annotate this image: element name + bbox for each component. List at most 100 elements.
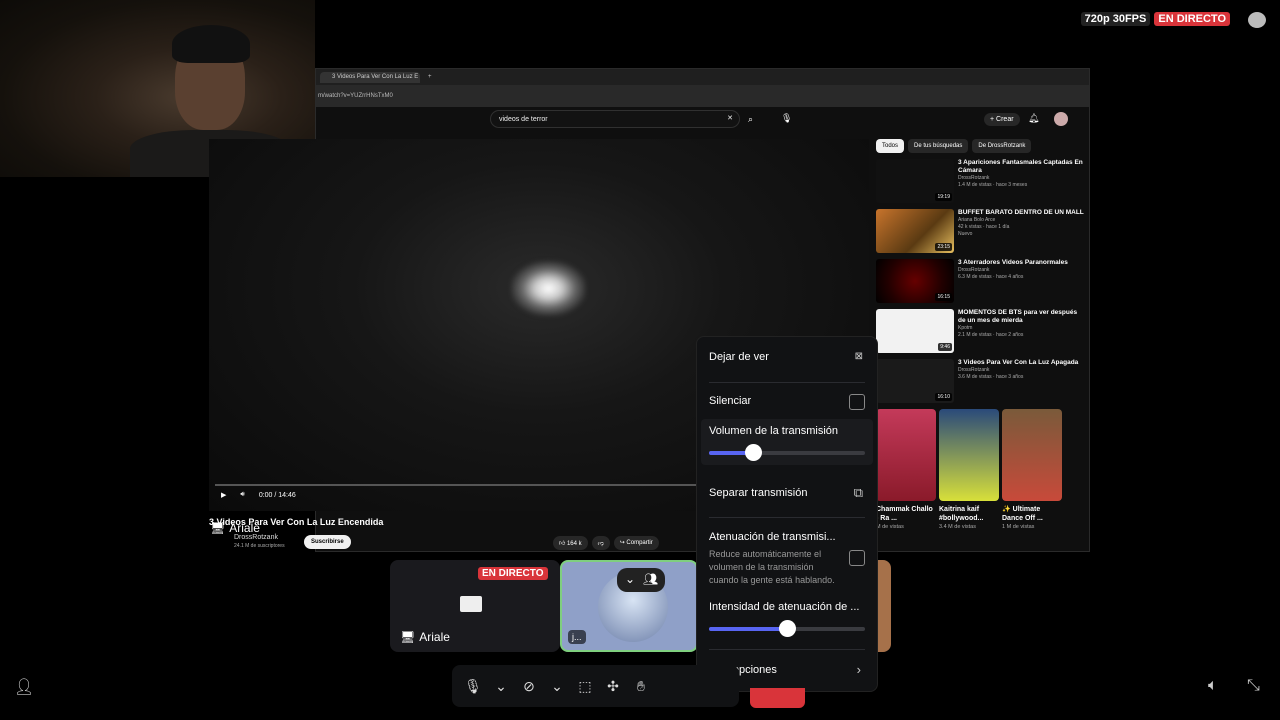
rec-item[interactable]: 23:15 BUFFET BARATO DENTRO DE UN MALL Ari…	[876, 209, 1086, 253]
live-badge: EN DIRECTO	[1154, 12, 1230, 26]
rec-info: MOMENTOS DE BTS para ver después de un m…	[958, 309, 1086, 353]
avatar[interactable]	[1054, 112, 1068, 126]
create-button[interactable]: + Crear	[984, 113, 1020, 126]
channel-info[interactable]: DrossRotzank 24.1 M de suscriptores	[234, 533, 285, 551]
quality-badge: 720p 30FPS	[1080, 12, 1151, 26]
mute-checkbox[interactable]	[849, 394, 865, 410]
rec-item[interactable]: 19:19 3 Apariciones Fantasmales Captadas…	[876, 159, 1086, 203]
activities-icon[interactable]: ✣	[604, 677, 622, 695]
rec-thumbnail: 19:19	[876, 159, 954, 203]
rec-title: 3 Aterradores Videos Paranormales	[958, 259, 1068, 266]
tab-title: 3 Videos Para Ver Con La Luz E	[332, 74, 419, 80]
recommendations-sidebar: Todos De tus búsquedas De DrossRotzank 1…	[876, 139, 1086, 532]
rec-thumbnail: 9:46	[876, 309, 954, 353]
close-icon[interactable]: ✕	[727, 114, 733, 122]
rec-channel: DrossRotzank	[958, 367, 990, 373]
play-icon[interactable]: ▶	[221, 491, 226, 499]
camera-off-icon[interactable]: ⊘	[520, 677, 538, 695]
rec-channel: DrossRotzank	[958, 267, 990, 273]
short-meta: 3.4 M de vistas	[939, 524, 976, 530]
new-badge: Nuevo	[958, 231, 973, 237]
rec-thumbnail: 23:15	[876, 209, 954, 253]
chip-searches[interactable]: De tus búsquedas	[908, 139, 969, 153]
participant-label: Ariale	[419, 630, 450, 644]
attenuation-slider[interactable]	[709, 620, 865, 637]
popout-icon[interactable]: ⧉	[854, 485, 863, 501]
subscribe-button[interactable]: Suscribirse	[304, 535, 351, 549]
rec-meta: 1.4 M de vistas · hace 3 meses	[958, 182, 1028, 188]
people-icon[interactable]: 👥︎	[643, 572, 658, 586]
popout-item[interactable]: Separar transmisión	[709, 487, 865, 499]
rec-item[interactable]: 16:10 3 Videos Para Ver Con La Luz Apaga…	[876, 359, 1086, 403]
soundboard-icon[interactable]: ✋︎	[632, 677, 650, 695]
new-tab-icon[interactable]: +	[428, 74, 432, 80]
webcam-hair	[172, 25, 250, 63]
short-thumbnail[interactable]	[876, 409, 936, 501]
rec-thumbnail: 16:15	[876, 259, 954, 303]
volume-slider[interactable]	[709, 444, 865, 461]
attenuation-handle[interactable]	[779, 620, 796, 637]
screen-share-icon[interactable]: ⬚	[576, 677, 594, 695]
rec-info: 3 Videos Para Ver Con La Luz Apagada Dros…	[958, 359, 1078, 403]
search-icon[interactable]: ⌕	[748, 114, 753, 125]
participant-tile-ariale[interactable]: EN DIRECTO 🖥︎ Ariale	[390, 560, 560, 652]
mic-icon[interactable]: 🎙︎	[781, 113, 792, 124]
rec-meta: 3.6 M de vistas · hace 3 años	[958, 374, 1024, 380]
short-label[interactable]: Kaitrina kaif #bollywood... 3.4 M de vist…	[939, 505, 999, 532]
attenuation-label: Atenuación de transmisi...	[709, 531, 836, 543]
chevron-down-icon[interactable]: ⌄	[548, 677, 566, 695]
popout-label: Separar transmisión	[709, 487, 808, 499]
disconnect-button[interactable]	[750, 688, 805, 708]
monitor-icon	[460, 596, 482, 612]
rec-channel: Kpotm	[958, 325, 973, 331]
stop-watching-item[interactable]: Dejar de ver	[709, 351, 865, 363]
attenuation-intensity-label: Intensidad de atenuación de ...	[709, 601, 860, 613]
attenuation-checkbox[interactable]	[849, 550, 865, 566]
mic-icon[interactable]: 🎙︎	[464, 677, 482, 695]
rec-item[interactable]: 16:15 3 Aterradores Videos Paranormales D…	[876, 259, 1086, 303]
tile-overlay-controls[interactable]: ⌄ 👥︎	[617, 568, 665, 592]
live-badge: EN DIRECTO	[478, 567, 548, 580]
bell-icon[interactable]: 🔔︎	[1028, 113, 1039, 124]
tab-bar: 3 Videos Para Ver Con La Luz E ✕ +	[316, 69, 1089, 85]
rec-info: 3 Apariciones Fantasmales Captadas En Cá…	[958, 159, 1086, 203]
search-input[interactable]: videos de terror ✕	[490, 110, 740, 128]
participant-tile-j[interactable]: ⌄ 👥︎ j...	[560, 560, 698, 652]
chevron-down-icon[interactable]: ⌄	[492, 677, 510, 695]
short-title: ✨ Ultimate Dance Off ...	[1002, 506, 1043, 522]
share-button[interactable]: ↪ Compartir	[613, 536, 659, 550]
short-thumbnail[interactable]	[939, 409, 999, 501]
chevron-down-icon[interactable]: ⌄	[625, 572, 635, 586]
rec-meta: 2.1 M de vistas · hace 2 años	[958, 332, 1024, 338]
add-person-icon[interactable]: 👤︎	[14, 677, 34, 697]
browser-tab[interactable]: 3 Videos Para Ver Con La Luz E ✕	[320, 71, 420, 83]
chat-icon[interactable]	[1248, 12, 1266, 28]
chip-channel[interactable]: De DrossRotzank	[972, 139, 1032, 153]
volume-handle[interactable]	[744, 444, 762, 461]
rec-item[interactable]: 9:46 MOMENTOS DE BTS para ver después de…	[876, 309, 1086, 353]
rec-title: BUFFET BARATO DENTRO DE UN MALL	[958, 209, 1084, 216]
rec-meta: 6.3 M de vistas · hace 4 años	[958, 274, 1024, 280]
rec-meta: 42 k vistas · hace 1 día	[958, 224, 1010, 230]
address-bar[interactable]: m/watch?v=YUZrrHNsTxM0	[316, 85, 1089, 107]
short-meta: M de vistas	[876, 524, 904, 530]
like-button[interactable]: 👍︎ 164 k	[553, 536, 588, 550]
shorts-labels: Chammak Challo - Ra ... M de vistas Kaitr…	[876, 505, 1086, 532]
time-display: 0:00 / 14:46	[258, 491, 296, 499]
video-frame-figure	[511, 261, 586, 316]
speaker-icon[interactable]: 🔈︎	[1208, 677, 1218, 695]
dislike-button[interactable]: 👎︎	[591, 536, 610, 550]
fullscreen-exit-icon[interactable]: ⤡	[1247, 677, 1260, 695]
short-thumbnail[interactable]	[1002, 409, 1062, 501]
participant-name: 🖥︎ Ariale	[400, 630, 450, 644]
short-label[interactable]: Chammak Challo - Ra ... M de vistas	[876, 505, 936, 532]
mute-item[interactable]: Silenciar	[709, 395, 865, 407]
stop-stream-icon[interactable]: ⊠	[855, 351, 863, 362]
short-label[interactable]: ✨ Ultimate Dance Off ... 1 M de vistas	[1002, 505, 1062, 532]
url-text: m/watch?v=YUZrrHNsTxM0	[318, 93, 393, 99]
chip-all[interactable]: Todos	[876, 139, 905, 153]
duration-badge: 16:10	[935, 393, 952, 401]
participant-tile-partial[interactable]	[878, 560, 891, 652]
volume-icon[interactable]: 🔊︎	[240, 491, 244, 499]
rec-info: BUFFET BARATO DENTRO DE UN MALL Ariana Bo…	[958, 209, 1084, 253]
